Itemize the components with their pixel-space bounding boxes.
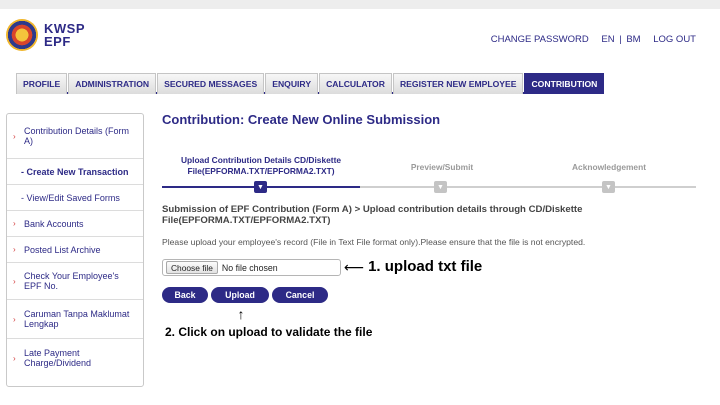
step-marker-inactive-icon: ▼ (434, 181, 447, 193)
arrow-up-icon: ↑ (237, 306, 245, 322)
sidebar-item-label: - Create New Transaction (21, 166, 129, 177)
chevron-right-icon: › (13, 131, 16, 141)
step-label-preview: Preview/Submit (410, 162, 474, 172)
tab-administration[interactable]: ADMINISTRATION (68, 73, 157, 94)
top-strip (0, 0, 720, 9)
change-password-link[interactable]: CHANGE PASSWORD (491, 34, 589, 45)
upload-button[interactable]: Upload (211, 287, 269, 303)
progress-steps: Upload Contribution Details CD/Diskette … (162, 155, 696, 195)
chevron-right-icon: › (13, 314, 16, 324)
section-heading: Submission of EPF Contribution (Form A) … (162, 204, 583, 226)
sidebar-item-label: Posted List Archive (24, 244, 101, 255)
step-label-acknowledgement: Acknowledgement (572, 162, 646, 172)
sidebar-item-late-payment[interactable]: › Late Payment Charge/Dividend (7, 339, 143, 377)
sidebar-item-label: Contribution Details (Form A) (24, 126, 130, 146)
back-button[interactable]: Back (162, 287, 208, 303)
sidebar-item-caruman-tanpa-maklumat[interactable]: › Caruman Tanpa Maklumat Lengkap (7, 300, 143, 339)
sidebar-item-label: Late Payment Charge/Dividend (24, 348, 92, 368)
sidebar: › Contribution Details (Form A) - Create… (6, 113, 144, 387)
main-nav: PROFILE ADMINISTRATION SECURED MESSAGES … (16, 73, 605, 94)
file-status-text: No file chosen (221, 262, 278, 273)
tab-register-new-employee[interactable]: REGISTER NEW EMPLOYEE (392, 73, 524, 94)
lang-en-link[interactable]: EN (601, 34, 614, 45)
annotation-step2-text: 2. Click on upload to validate the file (165, 325, 373, 339)
sidebar-item-label: Bank Accounts (24, 218, 84, 229)
sidebar-item-label: Check Your Employee's EPF No. (24, 271, 119, 291)
lang-bm-link[interactable]: BM (626, 34, 640, 45)
chevron-right-icon: › (13, 245, 16, 254)
logout-link[interactable]: LOG OUT (653, 34, 696, 45)
sidebar-item-label: Caruman Tanpa Maklumat Lengkap (24, 309, 130, 329)
file-upload-field[interactable]: Choose file No file chosen (162, 259, 341, 276)
sidebar-item-label: - View/Edit Saved Forms (21, 192, 120, 203)
choose-file-button[interactable]: Choose file (166, 261, 218, 274)
annotation-step1-text: 1. upload txt file (368, 258, 483, 275)
top-links: CHANGE PASSWORD EN | BM LOG OUT (481, 34, 696, 45)
sidebar-item-check-epf-no[interactable]: › Check Your Employee's EPF No. (7, 263, 143, 300)
cancel-button[interactable]: Cancel (272, 287, 328, 303)
lang-separator: | (619, 34, 622, 45)
sidebar-item-bank-accounts[interactable]: › Bank Accounts (7, 211, 143, 237)
tab-enquiry[interactable]: ENQUIRY (265, 73, 319, 94)
step-marker-active-icon: ▼ (254, 181, 267, 193)
tab-profile[interactable]: PROFILE (16, 73, 68, 94)
upload-instruction: Please upload your employee's record (Fi… (162, 237, 586, 247)
chevron-right-icon: › (13, 353, 16, 363)
sidebar-item-contribution-details[interactable]: › Contribution Details (Form A) (7, 114, 143, 159)
chevron-right-icon: › (13, 219, 16, 228)
step-label-upload: Upload Contribution Details CD/Diskette … (180, 155, 342, 176)
sidebar-item-view-edit-saved-forms[interactable]: - View/Edit Saved Forms (7, 185, 143, 211)
tab-contribution[interactable]: CONTRIBUTION (524, 73, 605, 94)
header: KWSP EPF CHANGE PASSWORD EN | BM LOG OUT (0, 9, 720, 51)
step-marker-inactive-icon: ▼ (602, 181, 615, 193)
main-content: Contribution: Create New Online Submissi… (162, 112, 702, 127)
kwsp-logo-icon[interactable] (6, 19, 38, 51)
sidebar-item-posted-list-archive[interactable]: › Posted List Archive (7, 237, 143, 263)
brand-line2: EPF (44, 34, 71, 49)
action-buttons: Back Upload Cancel (162, 287, 331, 303)
annotation-upload-txt: ⟵ 1. upload txt file (344, 258, 482, 275)
brand-name: KWSP EPF (44, 22, 85, 48)
sidebar-item-create-new-transaction[interactable]: - Create New Transaction (7, 159, 143, 185)
tab-calculator[interactable]: CALCULATOR (319, 73, 392, 94)
chevron-right-icon: › (13, 276, 16, 286)
arrow-left-icon: ⟵ (344, 258, 365, 275)
tab-secured-messages[interactable]: SECURED MESSAGES (157, 73, 265, 94)
page-title: Contribution: Create New Online Submissi… (162, 112, 441, 127)
